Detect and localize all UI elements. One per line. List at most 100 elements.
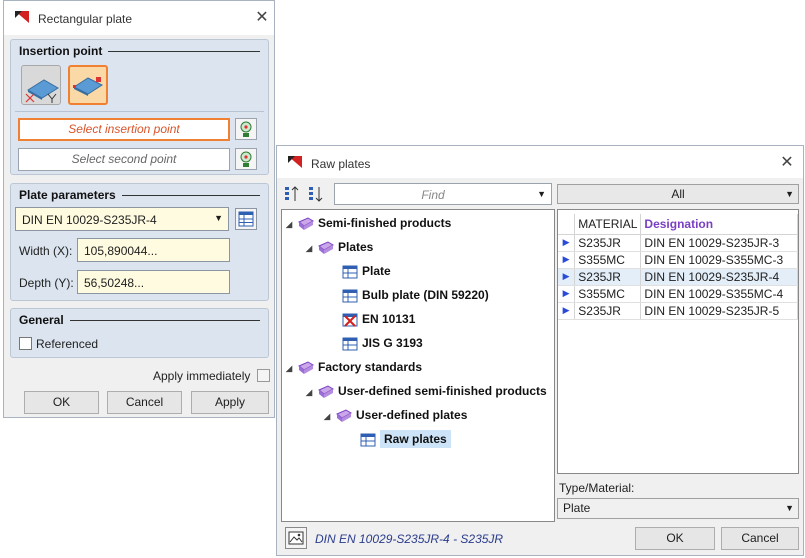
designation-cell: DIN EN 10029-S355MC-3	[640, 251, 798, 269]
book-icon	[298, 361, 314, 374]
depth-label: Depth (Y):	[19, 276, 74, 290]
select-insertion-point-field[interactable]: Select insertion point	[18, 118, 230, 141]
table-row-selected[interactable]: ▶ S235JR DIN EN 10029-S235JR-4	[558, 268, 798, 286]
material-cell: S235JR	[574, 234, 642, 252]
tree-item-factory-standards[interactable]: ◢ Factory standards	[286, 357, 422, 377]
tree-item-en-10131[interactable]: EN 10131	[342, 309, 415, 329]
close-icon[interactable]: ✕	[777, 153, 797, 173]
material-cell: S355MC	[574, 285, 642, 303]
cancel-button[interactable]: Cancel	[107, 391, 182, 414]
material-cell: S355MC	[574, 251, 642, 269]
table-icon	[360, 433, 376, 447]
plate-corner-icon	[25, 79, 59, 103]
referenced-label: Referenced	[36, 337, 99, 351]
plate-parameters-title: Plate parameters	[19, 188, 122, 202]
apply-immediately-checkbox[interactable]	[257, 369, 270, 382]
table-error-icon	[342, 313, 358, 327]
chevron-down-icon: ▼	[785, 189, 794, 199]
tree-item-bulb-plate[interactable]: Bulb plate (DIN 59220)	[342, 285, 489, 305]
status-text: DIN EN 10029-S235JR-4 - S235JR	[315, 532, 504, 546]
tree-item-user-defined-plates[interactable]: ◢ User-defined plates	[324, 405, 467, 425]
tree-expanded-icon: ◢	[324, 412, 331, 421]
designation-cell: DIN EN 10029-S235JR-3	[640, 234, 798, 252]
sort-ascending-icon	[285, 186, 299, 201]
chevron-down-icon: ▼	[537, 189, 546, 199]
filter-value: All	[671, 187, 685, 201]
material-cell: S235JR	[574, 302, 642, 320]
tree-item-user-defined-semi-finished[interactable]: ◢ User-defined semi-finished products	[306, 381, 547, 401]
table-row[interactable]: ▶ S355MC DIN EN 10029-S355MC-4	[558, 285, 798, 303]
type-material-combo[interactable]: Plate ▼	[557, 498, 799, 519]
separator	[15, 111, 264, 112]
tree-item-plate[interactable]: Plate	[342, 261, 391, 281]
row-marker-icon: ▶	[558, 234, 576, 252]
table-row[interactable]: ▶ S235JR DIN EN 10029-S235JR-3	[558, 234, 798, 252]
pick-point-icon	[240, 121, 252, 137]
app-logo-icon	[286, 154, 304, 170]
filter-combo[interactable]: All ▼	[557, 184, 799, 204]
insertion-point-group: Insertion point Select insertion point S…	[10, 39, 269, 175]
row-marker-icon: ▶	[558, 302, 576, 320]
close-icon[interactable]: ✕	[252, 8, 272, 28]
column-header-material[interactable]: MATERIAL	[574, 214, 642, 235]
tree-item-plates[interactable]: ◢ Plates	[306, 237, 373, 257]
find-combo[interactable]: Find ▼	[334, 183, 552, 205]
ok-button[interactable]: OK	[24, 391, 99, 414]
type-material-label: Type/Material:	[559, 481, 635, 495]
material-dropdown[interactable]: DIN EN 10029-S235JR-4 ▼	[15, 207, 229, 231]
table-icon	[238, 211, 254, 227]
tree-expanded-icon: ◢	[306, 244, 313, 253]
two-point-insertion-button[interactable]	[68, 65, 108, 105]
rect-plate-titlebar: Rectangular plate ✕	[4, 1, 274, 35]
book-icon	[318, 385, 334, 398]
designation-cell: DIN EN 10029-S235JR-5	[640, 302, 798, 320]
width-input[interactable]: 105,890044...	[77, 238, 230, 262]
plate-two-point-icon	[72, 77, 104, 96]
table-row[interactable]: ▶ S355MC DIN EN 10029-S355MC-3	[558, 251, 798, 269]
tree-expanded-icon: ◢	[286, 364, 293, 373]
sort-descending-icon	[309, 187, 323, 202]
corner-insertion-button[interactable]	[21, 65, 61, 105]
insertion-point-title: Insertion point	[19, 44, 109, 58]
material-value: DIN EN 10029-S235JR-4	[22, 213, 157, 227]
ok-button[interactable]: OK	[635, 527, 715, 550]
app-logo-icon	[13, 9, 31, 25]
row-marker-icon: ▶	[558, 251, 576, 269]
tree-expanded-icon: ◢	[286, 220, 293, 229]
referenced-checkbox[interactable]	[19, 337, 32, 350]
width-label: Width (X):	[19, 244, 73, 258]
image-preview-icon	[288, 531, 304, 545]
tree-expanded-icon: ◢	[306, 388, 313, 397]
designation-cell: DIN EN 10029-S235JR-4	[640, 268, 798, 286]
sort-descending-button[interactable]	[307, 184, 327, 204]
apply-button[interactable]: Apply	[191, 391, 269, 414]
materials-table[interactable]: MATERIAL Designation ▶ S235JR DIN EN 100…	[557, 209, 799, 474]
general-group: General Referenced	[10, 308, 269, 358]
catalog-tree[interactable]: ◢ Semi-finished products ◢ Plates Plate Bu…	[281, 209, 555, 522]
table-icon	[342, 289, 358, 303]
materials-grid: MATERIAL Designation ▶ S235JR DIN EN 100…	[558, 214, 798, 320]
table-row[interactable]: ▶ S235JR DIN EN 10029-S235JR-5	[558, 302, 798, 320]
designation-cell: DIN EN 10029-S355MC-4	[640, 285, 798, 303]
cancel-button[interactable]: Cancel	[721, 527, 799, 550]
pick-insertion-point-button[interactable]	[235, 118, 257, 140]
select-second-point-field[interactable]: Select second point	[18, 148, 230, 171]
pick-second-point-button[interactable]	[235, 148, 257, 170]
find-placeholder: Find	[421, 188, 445, 202]
chevron-down-icon: ▼	[785, 503, 794, 513]
raw-plates-title: Raw plates	[311, 157, 371, 171]
column-header-designation[interactable]: Designation	[640, 214, 798, 235]
table-picker-button[interactable]	[235, 208, 257, 230]
type-material-value: Plate	[563, 501, 591, 515]
tree-item-jis-g-3193[interactable]: JIS G 3193	[342, 333, 423, 353]
material-cell: S235JR	[574, 268, 642, 286]
depth-input[interactable]: 56,50248...	[77, 270, 230, 294]
tree-item-semi-finished-products[interactable]: ◢ Semi-finished products	[286, 213, 451, 233]
apply-immediately-label: Apply immediately	[153, 369, 251, 383]
preview-button[interactable]	[285, 527, 307, 549]
sort-ascending-button[interactable]	[283, 184, 303, 204]
row-marker-icon: ▶	[558, 285, 576, 303]
tree-item-raw-plates[interactable]: Raw plates	[360, 429, 451, 449]
row-marker-icon: ▶	[558, 268, 576, 286]
raw-plates-titlebar: Raw plates ✕	[277, 146, 803, 178]
